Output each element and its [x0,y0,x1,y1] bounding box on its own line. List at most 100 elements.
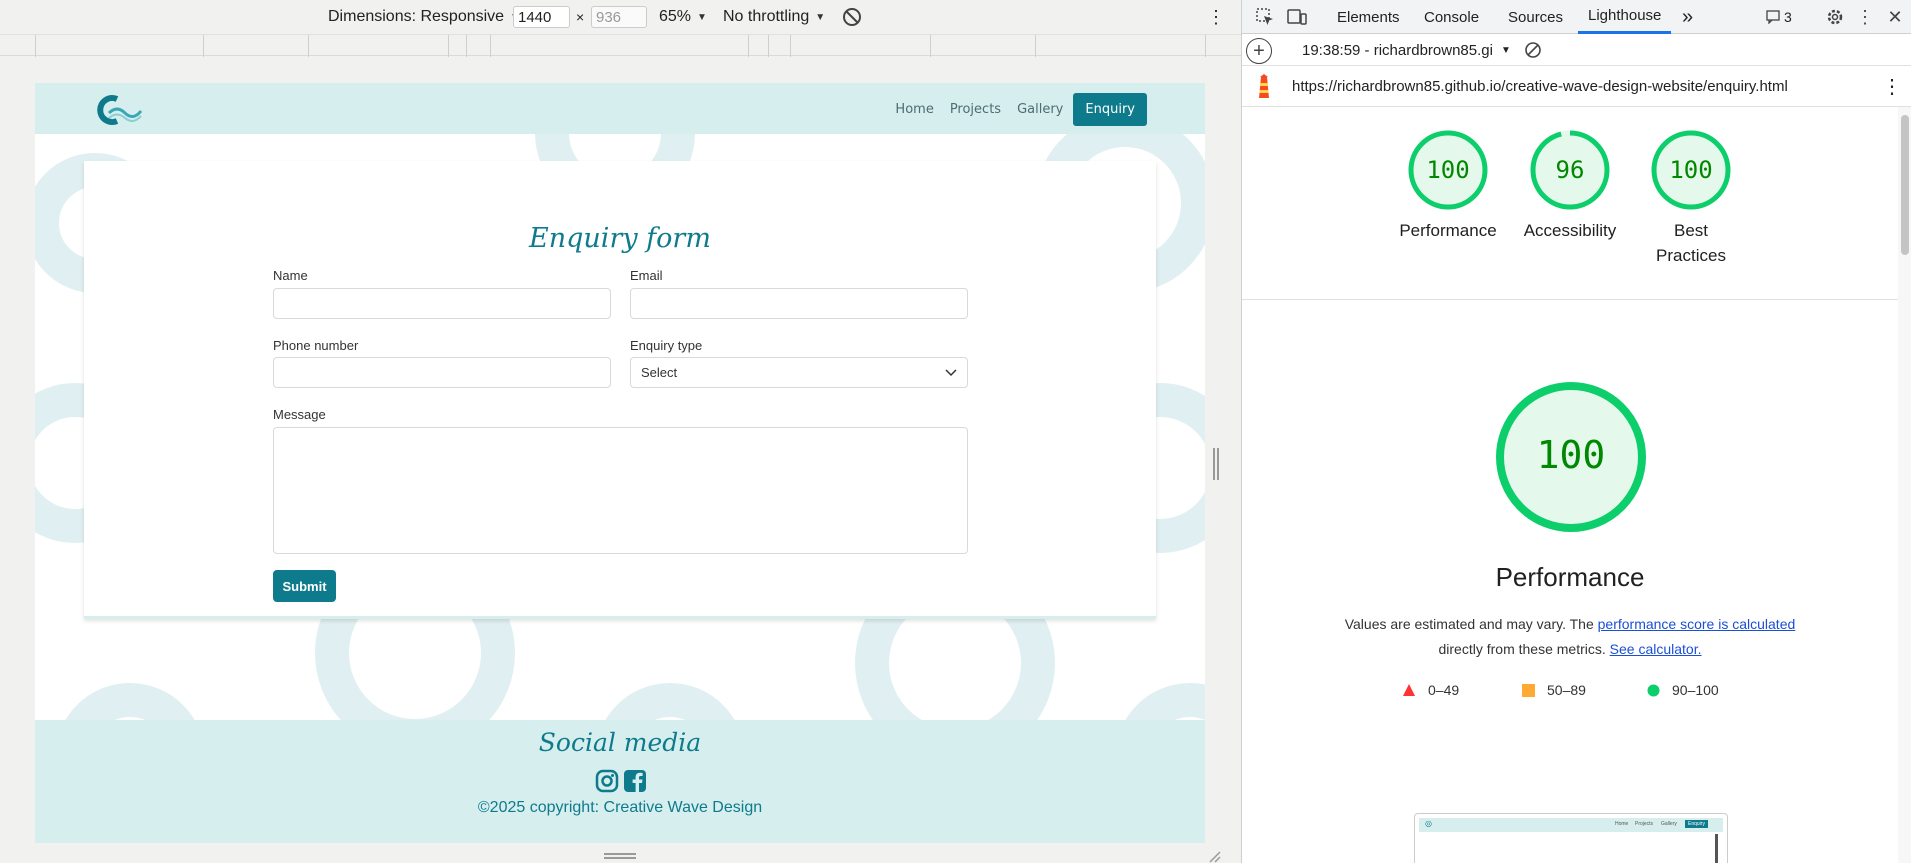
nav-gallery[interactable]: Gallery [1011,95,1069,124]
dimensions-dropdown[interactable]: Dimensions: Responsive ▼ [328,0,520,34]
more-options-icon[interactable]: ⋮ [1882,74,1902,99]
chevron-down-icon [945,368,957,376]
instagram-icon[interactable] [595,769,619,798]
report-selector-label: 19:38:59 - richardbrown85.gi [1302,41,1493,59]
score-gauge-performance[interactable]: 100 [1407,129,1489,216]
nav-enquiry[interactable]: Enquiry [1073,93,1147,126]
clear-icon[interactable] [1522,39,1544,61]
divider [1242,299,1898,300]
nav-projects[interactable]: Projects [944,95,1007,124]
issues-badge[interactable]: 3 [1766,0,1792,34]
gauge-label: Accessibility [1523,221,1617,240]
note-text: Values are estimated and may vary. The [1344,616,1594,632]
lighthouse-toolbar: + 19:38:59 - richardbrown85.gi ▼ [1242,34,1911,66]
circle-icon [1647,684,1660,696]
zoom-dropdown[interactable]: 65% ▼ [659,0,707,34]
times-symbol: × [576,9,585,25]
gauge-ring: 100 [1408,130,1488,210]
lighthouse-icon [1254,74,1274,104]
gear-icon[interactable] [1824,6,1846,28]
inspect-element-icon[interactable] [1254,6,1276,28]
score-gauge-best-practices[interactable]: 100 [1650,129,1732,216]
legend-fail: 0–49 [1402,682,1459,698]
phone-input[interactable] [273,357,611,388]
thumb-nav-item: Projects [1635,821,1654,827]
issues-count: 3 [1784,9,1792,25]
submit-button[interactable]: Submit [273,570,336,602]
plus-icon[interactable]: + [1246,38,1272,64]
creative-wave-logo[interactable] [93,91,143,127]
thumb-nav-item: Gallery [1661,821,1677,827]
devtools-panel: Elements Console Sources Lighthouse » 3 … [1241,0,1911,863]
email-input[interactable] [630,288,968,319]
score-legend: 0–49 50–89 90–100 [1402,682,1802,702]
legend-label: 0–49 [1428,682,1460,698]
report-url: https://richardbrown85.github.io/creativ… [1292,78,1788,95]
site-nav: Home Projects Gallery Enquiry [35,83,1205,134]
resize-handle-bottom[interactable] [604,853,636,859]
report-selector[interactable]: 19:38:59 - richardbrown85.gi ▼ [1302,34,1511,66]
gauge-score-value: 96 [1556,156,1585,184]
thumb-scrollbar [1715,834,1718,863]
form-title: Enquiry form [529,223,711,254]
more-tabs-icon[interactable]: » [1682,0,1693,34]
name-label: Name [273,268,308,283]
resize-handle-right[interactable] [1213,448,1219,480]
chevron-down-icon: ▼ [697,11,707,23]
resize-corner[interactable] [1207,849,1221,863]
see-calculator-link[interactable]: See calculator. [1610,641,1702,657]
page-screenshot-thumbnail[interactable]: ◎ Home Projects Gallery Enquiry [1414,813,1728,863]
performance-title: Performance [1495,562,1645,592]
legend-pass: 90–100 [1647,682,1719,698]
width-input[interactable]: 1440 [513,6,570,28]
facebook-icon[interactable] [623,769,647,798]
gauge-ring: 100 [1651,130,1731,210]
lighthouse-url-bar: https://richardbrown85.github.io/creativ… [1242,66,1911,107]
more-options-icon[interactable]: ⋮ [1207,0,1225,34]
close-icon[interactable]: ✕ [1884,6,1906,28]
footer-title: Social media [538,728,702,757]
phone-label: Phone number [273,338,359,353]
more-options-icon[interactable]: ⋮ [1854,6,1876,28]
throttling-label: No throttling [723,8,810,25]
name-input[interactable] [273,288,611,319]
lighthouse-report: 100 Performance 96 Accessibility 100 Best Pra… [1242,107,1898,863]
device-toolbar: Dimensions: Responsive ▼ 1440 × 936 65% … [0,0,1241,34]
tab-console[interactable]: Console [1424,0,1479,34]
tab-elements[interactable]: Elements [1337,0,1400,34]
thumb-logo-icon: ◎ [1425,819,1432,828]
nav-home[interactable]: Home [889,95,939,124]
throttling-dropdown[interactable]: No throttling ▼ [723,0,825,34]
legend-average: 50–89 [1522,682,1586,698]
gauge-score-value: 100 [1669,156,1712,184]
enquiry-type-label: Enquiry type [630,338,703,353]
gauge-score-value: 100 [1426,156,1469,184]
ruler [0,34,1241,57]
tab-lighthouse[interactable]: Lighthouse [1578,0,1672,34]
message-label: Message [273,407,326,422]
gauge-label: Best Practices [1656,221,1726,265]
score-gauge-accessibility[interactable]: 96 [1529,129,1611,216]
score-calculated-link[interactable]: performance score is calculated [1598,616,1796,632]
legend-label: 90–100 [1672,682,1719,698]
rotate-icon[interactable] [841,0,863,34]
note-text: directly from these metrics. [1438,641,1606,657]
triangle-icon [1403,684,1415,696]
copyright-text: ©2025 copyright: Creative Wave Design [477,799,763,816]
thumb-nav-item: Home [1615,821,1629,827]
site-footer: Social media ©2025 copyright: Creative W… [35,720,1205,843]
enquiry-type-select[interactable]: Select [630,357,968,388]
report-scrollbar[interactable] [1898,107,1911,863]
tab-sources[interactable]: Sources [1508,0,1563,34]
devtools-tabbar: Elements Console Sources Lighthouse » 3 … [1242,0,1911,34]
scroll-thumb[interactable] [1901,115,1909,255]
legend-label: 50–89 [1547,682,1586,698]
message-icon [1766,10,1780,24]
message-textarea[interactable] [273,427,968,554]
device-toggle-icon[interactable] [1286,6,1308,28]
enquiry-form-card: Enquiry form Name Email Phone number Enq… [84,161,1156,619]
big-score-value: 100 [1537,433,1606,477]
thumb-nav-item: Enquiry [1685,820,1708,828]
chevron-down-icon: ▼ [815,11,826,23]
height-input[interactable]: 936 [591,6,647,28]
